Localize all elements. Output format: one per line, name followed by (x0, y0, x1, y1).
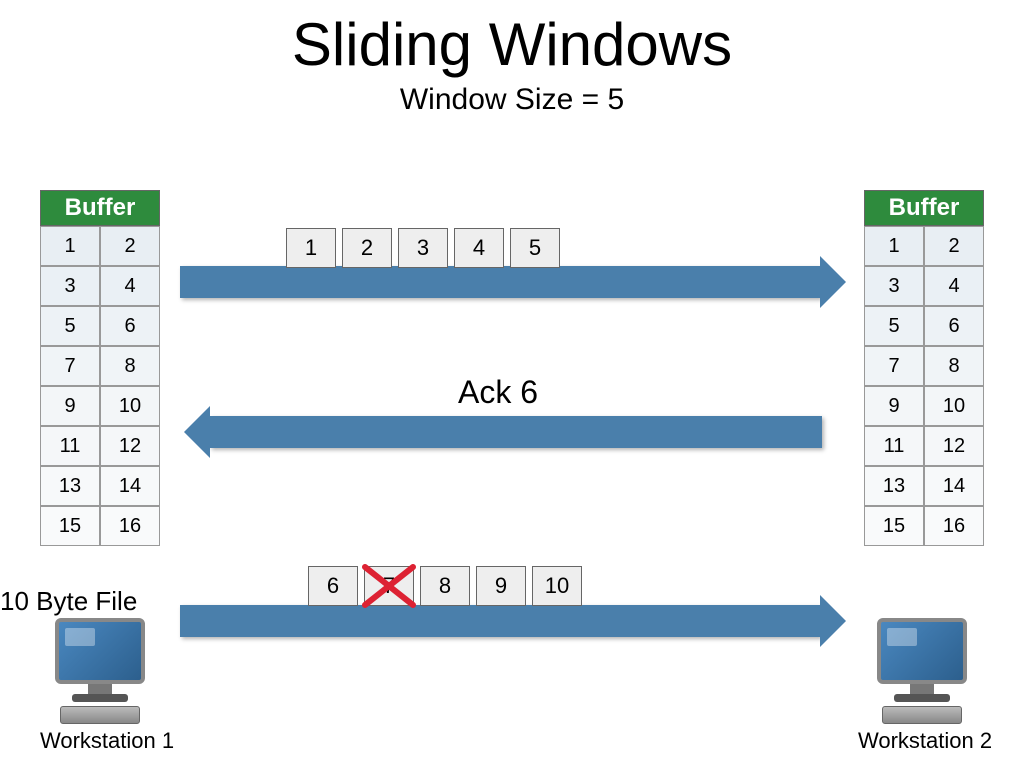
buffer-cell: 3 (40, 266, 100, 306)
buffer-row: 56 (864, 306, 984, 346)
buffer-cell: 16 (924, 506, 984, 546)
buffer-row: 1112 (40, 426, 160, 466)
packet-cell: 1 (286, 228, 336, 268)
buffer-cell: 8 (924, 346, 984, 386)
ack-label: Ack 6 (458, 374, 538, 411)
buffer-row: 78 (40, 346, 160, 386)
buffer-right: Buffer 12345678910111213141516 (864, 190, 984, 546)
buffer-cell: 16 (100, 506, 160, 546)
buffer-row: 1314 (40, 466, 160, 506)
workstation-2-label: Workstation 2 (858, 728, 992, 754)
buffer-row: 78 (864, 346, 984, 386)
packet-cell: 9 (476, 566, 526, 606)
packet-cell: 6 (308, 566, 358, 606)
packet-row-top: 12345 (286, 228, 560, 268)
buffer-left: Buffer 12345678910111213141516 (40, 190, 160, 546)
buffer-row: 12 (40, 226, 160, 266)
file-label: 10 Byte File (0, 586, 137, 617)
buffer-row: 1516 (40, 506, 160, 546)
packet-cell: 5 (510, 228, 560, 268)
packet-cell: 2 (342, 228, 392, 268)
buffer-cell: 12 (924, 426, 984, 466)
arrow-send-bottom (180, 605, 820, 637)
buffer-cell: 15 (40, 506, 100, 546)
packet-cell: 10 (532, 566, 582, 606)
buffer-row: 34 (40, 266, 160, 306)
buffer-cell: 13 (40, 466, 100, 506)
buffer-cell: 9 (864, 386, 924, 426)
buffer-cell: 1 (864, 226, 924, 266)
buffer-cell: 11 (864, 426, 924, 466)
buffer-cell: 14 (100, 466, 160, 506)
buffer-cell: 11 (40, 426, 100, 466)
buffer-right-header: Buffer (864, 190, 984, 226)
buffer-cell: 2 (100, 226, 160, 266)
buffer-row: 910 (40, 386, 160, 426)
packet-cell: 3 (398, 228, 448, 268)
buffer-row: 12 (864, 226, 984, 266)
buffer-row: 34 (864, 266, 984, 306)
buffer-cell: 9 (40, 386, 100, 426)
packet-cell: 7 (364, 566, 414, 606)
workstation-1-label: Workstation 1 (40, 728, 174, 754)
buffer-cell: 5 (864, 306, 924, 346)
slide-subtitle: Window Size = 5 (0, 83, 1024, 117)
buffer-row: 1516 (864, 506, 984, 546)
buffer-row: 1112 (864, 426, 984, 466)
lost-packet-icon (361, 563, 417, 609)
buffer-cell: 10 (100, 386, 160, 426)
workstation-2-icon (862, 618, 982, 724)
buffer-row: 910 (864, 386, 984, 426)
buffer-cell: 8 (100, 346, 160, 386)
buffer-cell: 15 (864, 506, 924, 546)
arrow-send-top (180, 266, 820, 298)
buffer-row: 1314 (864, 466, 984, 506)
packet-row-bottom: 678910 (308, 566, 582, 606)
buffer-cell: 6 (100, 306, 160, 346)
packet-cell: 8 (420, 566, 470, 606)
buffer-cell: 4 (924, 266, 984, 306)
buffer-cell: 7 (40, 346, 100, 386)
buffer-cell: 10 (924, 386, 984, 426)
buffer-cell: 5 (40, 306, 100, 346)
packet-cell: 4 (454, 228, 504, 268)
buffer-cell: 2 (924, 226, 984, 266)
slide-title: Sliding Windows (0, 10, 1024, 79)
buffer-left-header: Buffer (40, 190, 160, 226)
buffer-cell: 6 (924, 306, 984, 346)
buffer-cell: 12 (100, 426, 160, 466)
buffer-row: 56 (40, 306, 160, 346)
arrow-ack (210, 416, 822, 448)
workstation-1-icon (40, 618, 160, 724)
buffer-cell: 7 (864, 346, 924, 386)
buffer-cell: 3 (864, 266, 924, 306)
buffer-cell: 4 (100, 266, 160, 306)
buffer-cell: 14 (924, 466, 984, 506)
buffer-cell: 13 (864, 466, 924, 506)
buffer-cell: 1 (40, 226, 100, 266)
